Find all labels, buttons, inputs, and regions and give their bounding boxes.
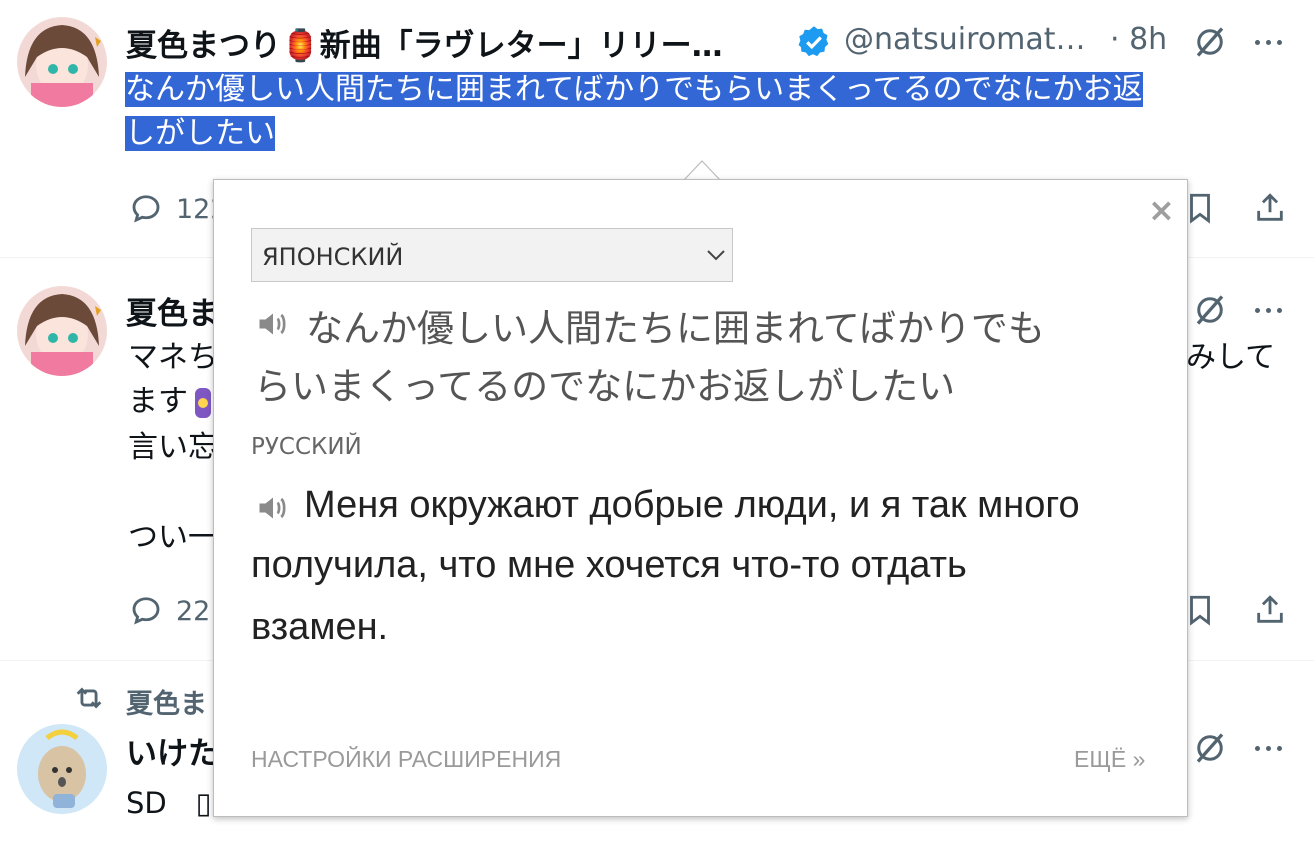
selected-text: しがしたい	[125, 116, 275, 151]
avatar[interactable]	[17, 286, 107, 376]
source-language-select[interactable]: ЯПОНСКИЙ	[251, 228, 733, 282]
extension-settings-link[interactable]: НАСТРОЙКИ РАСШИРЕНИЯ	[251, 746, 561, 773]
tweet-text-line: なんか優しい人間たちに囲まれてばかりでもらいまくってるのでなにかお返	[125, 68, 1143, 112]
reply-icon[interactable]	[126, 188, 166, 228]
source-text-line: らいまくってるのでなにかお返しがしたい	[254, 365, 956, 408]
tweet-text-line: しがしたい	[125, 112, 275, 156]
translation-text-line: взамен.	[251, 606, 389, 648]
popup-arrow	[684, 160, 720, 180]
tweet-text-line: ます	[128, 384, 188, 419]
translation-text-line: получила, что мне хочется что-то отдать	[251, 544, 967, 586]
avatar-image	[17, 17, 107, 107]
retweeted-by[interactable]: 夏色ま	[126, 682, 207, 721]
retweet-icon	[70, 680, 108, 716]
share-icon[interactable]	[1248, 188, 1292, 228]
emoji-icon	[192, 384, 214, 422]
avatar-image	[17, 724, 107, 814]
avatar-image	[17, 286, 107, 376]
translation-text-line: Меня окружают добрые люди, и я так много	[304, 484, 1080, 526]
tweet-time[interactable]: · 8h	[1110, 22, 1167, 57]
target-language-label: РУССКИЙ	[251, 434, 362, 460]
tweet-author-name[interactable]: いけた	[126, 728, 219, 773]
avatar[interactable]	[17, 17, 107, 107]
translation-popup: × ЯПОНСКИЙ なんか優しい人間たちに囲まれてばかりでも らいまくってるの…	[213, 179, 1188, 817]
avatar[interactable]	[17, 724, 107, 814]
tweet-text-line: 言い忘	[128, 430, 218, 465]
grok-icon[interactable]	[1190, 728, 1230, 768]
tweet-author-name[interactable]: 夏色ま	[126, 288, 219, 333]
speaker-icon[interactable]	[254, 490, 292, 526]
source-text-line: なんか優しい人間たちに囲まれてばかりでも	[306, 307, 1045, 350]
close-icon[interactable]: ×	[1148, 192, 1175, 228]
grok-icon[interactable]	[1190, 22, 1230, 62]
tweet-text-line: マネち	[128, 340, 218, 375]
tweet-text-line: SD ▯	[126, 786, 212, 820]
tweet-author-name[interactable]: 夏色まつり🏮新曲「ラヴレター」リリー…	[126, 20, 723, 65]
reply-icon[interactable]	[126, 590, 166, 630]
speaker-icon[interactable]	[254, 306, 292, 342]
verified-badge-icon	[796, 24, 832, 60]
more-options-icon[interactable]	[1246, 290, 1290, 330]
chevron-down-icon	[707, 250, 725, 261]
tweet-text-line: つい一	[128, 520, 218, 555]
more-link[interactable]: ЕЩЁ »	[1074, 746, 1145, 773]
more-options-icon[interactable]	[1246, 22, 1290, 62]
selected-text: なんか優しい人間たちに囲まれてばかりでもらいまくってるのでなにかお返	[125, 72, 1143, 107]
grok-icon[interactable]	[1190, 290, 1230, 330]
tweet-text-line: みして	[1186, 340, 1276, 375]
tweet-handle[interactable]: @natsuiromat…	[844, 22, 1086, 57]
reply-count: 22	[176, 596, 211, 627]
source-language-label: ЯПОНСКИЙ	[262, 243, 404, 271]
more-options-icon[interactable]	[1246, 728, 1290, 768]
share-icon[interactable]	[1248, 590, 1292, 630]
